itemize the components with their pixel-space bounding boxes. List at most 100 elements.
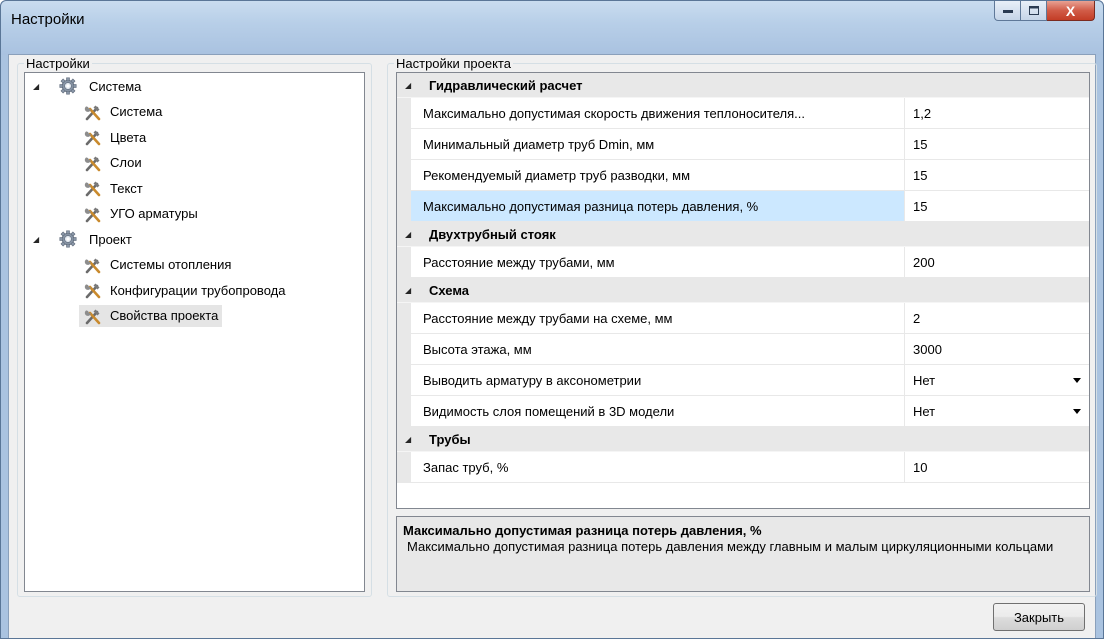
tree-item-group[interactable]: ◢ Проект — [33, 228, 132, 250]
property-name[interactable]: Расстояние между трубами на схеме, мм — [397, 303, 905, 333]
tools-icon — [83, 256, 103, 274]
tree-item-group[interactable]: ◢ Система — [33, 75, 141, 97]
property-row[interactable]: Видимость слоя помещений в 3D модели Нет — [397, 396, 1089, 427]
dialog-body: Настройки ◢ Система Система Цвета Слои Текст У… — [8, 54, 1097, 638]
tree-item-content: Конфигурации трубопровода — [83, 281, 285, 299]
collapse-arrow-icon[interactable]: ◢ — [405, 435, 419, 444]
expand-arrow-icon[interactable]: ◢ — [33, 82, 43, 91]
row-gutter — [397, 129, 411, 160]
tree-item-leaf[interactable]: Система — [83, 101, 162, 123]
property-value-input[interactable]: 1,2 — [906, 98, 1089, 128]
property-row[interactable]: Выводить арматуру в аксонометрии Нет — [397, 365, 1089, 396]
property-name[interactable]: Расстояние между трубами, мм — [397, 247, 905, 277]
expand-arrow-icon[interactable]: ◢ — [33, 235, 43, 244]
tree-item-content: УГО арматуры — [83, 205, 198, 223]
collapse-arrow-icon[interactable]: ◢ — [405, 286, 419, 295]
tree-item-leaf[interactable]: Слои — [83, 152, 142, 174]
row-gutter — [397, 452, 411, 483]
property-value-input[interactable]: 15 — [906, 160, 1089, 190]
property-value-input[interactable]: 15 — [906, 191, 1089, 221]
tree-item-leaf[interactable]: Текст — [83, 177, 143, 199]
title-bar[interactable]: Настройки X — [1, 1, 1103, 55]
property-name[interactable]: Высота этажа, мм — [397, 334, 905, 364]
property-row[interactable]: Минимальный диаметр труб Dmin, мм 15 — [397, 129, 1089, 160]
property-value-dropdown[interactable]: Нет — [906, 396, 1089, 426]
property-value-dropdown[interactable]: Нет — [906, 365, 1089, 395]
property-grid[interactable]: ◢ Гидравлический расчет Максимально допуст… — [396, 72, 1090, 509]
tree-item-content: Текст — [83, 179, 143, 197]
category-label: Двухтрубный стояк — [429, 226, 556, 242]
row-gutter — [397, 247, 411, 278]
tree-item-label: Система — [110, 104, 163, 119]
tools-icon — [83, 179, 103, 197]
tree-item-content: Проект — [59, 230, 132, 248]
tree-item-content: Цвета — [83, 128, 146, 146]
property-name[interactable]: Запас труб, % — [397, 452, 905, 482]
gear-icon — [59, 230, 77, 248]
row-gutter — [397, 191, 411, 222]
property-row[interactable]: Максимально допустимая разница потерь да… — [397, 191, 1089, 222]
property-value-input[interactable]: 2 — [906, 303, 1089, 333]
dropdown-arrow-icon[interactable] — [1073, 409, 1081, 414]
tree-item-content: Система — [59, 77, 141, 95]
property-name[interactable]: Максимально допустимая разница потерь да… — [397, 191, 905, 221]
tree-item-label: Системы отопления — [110, 257, 232, 272]
property-value-input[interactable]: 3000 — [906, 334, 1089, 364]
minimize-icon — [1002, 9, 1013, 13]
property-value: Нет — [913, 403, 936, 419]
row-gutter — [397, 98, 411, 129]
tree-item-content: Система — [83, 103, 162, 121]
settings-tree-group: Настройки ◢ Система Система Цвета Слои Текст У… — [17, 56, 372, 597]
tree-item-leaf[interactable]: Цвета — [83, 126, 146, 148]
property-value: 10 — [913, 459, 928, 475]
gear-icon — [59, 77, 77, 95]
property-value-input[interactable]: 15 — [906, 129, 1089, 159]
tree-item-label: Цвета — [110, 129, 147, 145]
settings-tree-title: Настройки — [24, 56, 92, 71]
dropdown-arrow-icon[interactable] — [1073, 378, 1081, 383]
property-name[interactable]: Видимость слоя помещений в 3D модели — [397, 396, 905, 426]
property-value: Нет — [913, 372, 936, 388]
property-category[interactable]: ◢ Трубы — [397, 427, 1089, 452]
collapse-arrow-icon[interactable]: ◢ — [405, 230, 419, 239]
property-row[interactable]: Высота этажа, мм 3000 — [397, 334, 1089, 365]
close-window-button[interactable]: X — [1047, 1, 1095, 21]
tree-item-label: Свойства проекта — [110, 308, 219, 323]
maximize-icon — [1028, 6, 1039, 15]
property-value: 15 — [913, 198, 928, 214]
property-row[interactable]: Рекомендуемый диаметр труб разводки, мм 1… — [397, 160, 1089, 191]
property-row[interactable]: Запас труб, % 10 — [397, 452, 1089, 483]
property-row[interactable]: Расстояние между трубами, мм 200 — [397, 247, 1089, 278]
tree-item-label: Система — [89, 78, 142, 94]
property-value-input[interactable]: 200 — [906, 247, 1089, 277]
maximize-button[interactable] — [1021, 1, 1047, 21]
close-button[interactable]: Закрыть — [993, 603, 1085, 631]
tools-icon — [83, 307, 103, 325]
property-name[interactable]: Рекомендуемый диаметр труб разводки, мм — [397, 160, 905, 190]
tree-item-leaf[interactable]: Свойства проекта — [79, 304, 223, 327]
property-category[interactable]: ◢ Гидравлический расчет — [397, 73, 1089, 98]
tree-item-leaf[interactable]: Конфигурации трубопровода — [83, 279, 285, 301]
property-value: 200 — [913, 254, 935, 270]
project-settings-title: Настройки проекта — [394, 56, 513, 71]
category-label: Трубы — [429, 431, 471, 447]
property-value: 15 — [913, 136, 928, 152]
tree-item-leaf[interactable]: УГО арматуры — [83, 203, 198, 225]
tree-item-label: УГО арматуры — [110, 206, 198, 221]
property-category[interactable]: ◢ Двухтрубный стояк — [397, 222, 1089, 247]
property-row[interactable]: Максимально допустимая скорость движения… — [397, 98, 1089, 129]
tree-item-content: Слои — [83, 154, 142, 172]
minimize-button[interactable] — [994, 1, 1021, 21]
property-row[interactable]: Расстояние между трубами на схеме, мм 2 — [397, 303, 1089, 334]
property-value-input[interactable]: 10 — [906, 452, 1089, 482]
row-gutter — [397, 303, 411, 334]
tree-item-leaf[interactable]: Системы отопления — [83, 254, 231, 276]
tools-icon — [83, 128, 103, 146]
property-category[interactable]: ◢ Схема — [397, 278, 1089, 303]
property-name[interactable]: Выводить арматуру в аксонометрии — [397, 365, 905, 395]
row-gutter — [397, 160, 411, 191]
property-name[interactable]: Минимальный диаметр труб Dmin, мм — [397, 129, 905, 159]
collapse-arrow-icon[interactable]: ◢ — [405, 81, 419, 90]
settings-tree[interactable]: ◢ Система Система Цвета Слои Текст УГО арматур… — [24, 72, 365, 592]
property-name[interactable]: Максимально допустимая скорость движения… — [397, 98, 905, 128]
